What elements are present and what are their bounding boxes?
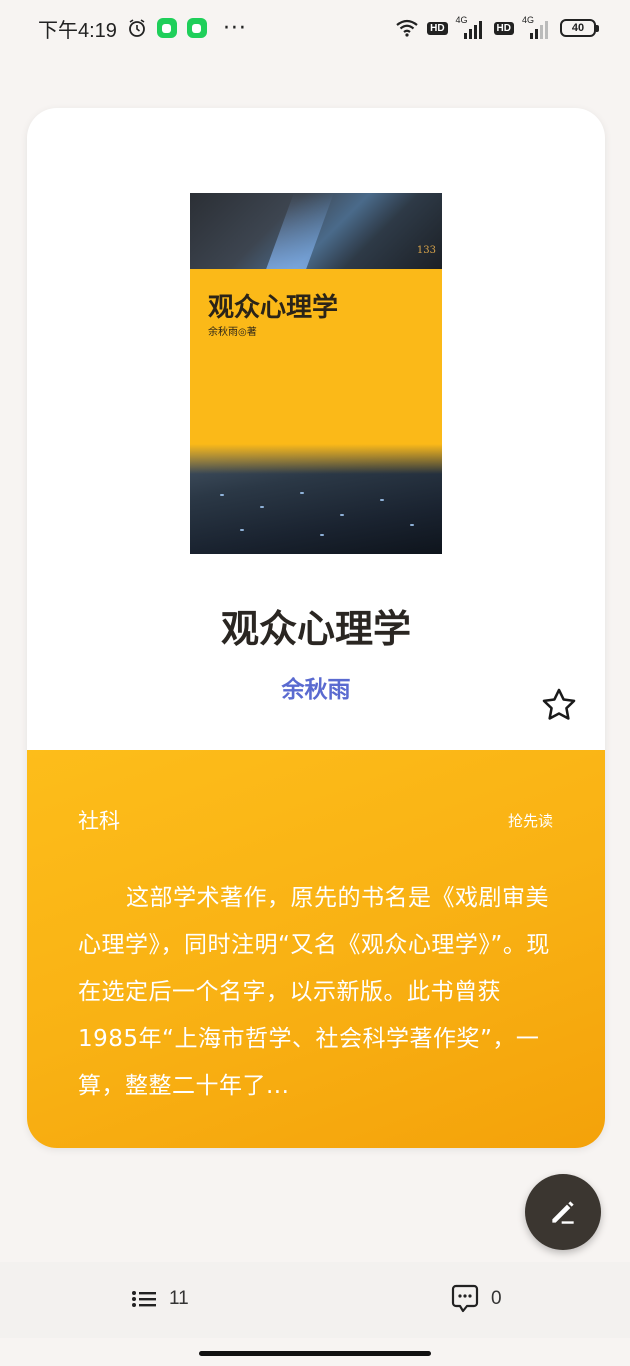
battery-icon: 40	[560, 19, 599, 37]
cover-author: 余秋雨◎著	[208, 327, 257, 338]
pre-read-button[interactable]: 抢先读	[508, 810, 553, 831]
comment-icon	[451, 1284, 479, 1313]
book-author-link[interactable]: 余秋雨	[27, 670, 605, 704]
home-indicator[interactable]	[199, 1351, 431, 1356]
network-type-label: 4G	[455, 15, 468, 25]
chapters-button[interactable]: 11	[131, 1288, 189, 1310]
book-title: 观众心理学	[220, 607, 411, 651]
cover-title: 观众心理学	[208, 293, 339, 323]
edit-icon	[552, 1201, 574, 1224]
favorite-button[interactable]	[539, 685, 579, 725]
app-badge-icon	[156, 18, 177, 38]
cover-photo-bottom	[190, 444, 442, 554]
book-info-panel: 社科 抢先读 这部学术著作，原先的书名是《戏剧审美心理学》，同时注明“又名《观众…	[27, 750, 605, 1148]
network-type-label: 4G	[522, 15, 535, 25]
book-card: 133 观众心理学 余秋雨◎著 观众心理学 余秋雨 社科 抢先读 这部学术著作，…	[27, 108, 605, 1148]
category-label[interactable]: 社科	[78, 805, 120, 835]
signal-icon: 4G	[455, 15, 486, 39]
star-icon	[542, 688, 576, 720]
comments-button[interactable]: 0	[451, 1284, 502, 1314]
bottom-bar: 11 0	[0, 1262, 630, 1338]
hd-voice-icon: HD	[427, 21, 448, 35]
app-badge-icon	[186, 18, 207, 38]
hd-voice-icon: HD	[493, 21, 514, 35]
write-review-button[interactable]	[525, 1174, 601, 1250]
status-bar: 下午4:19 ··· HD 4G HD 4G 40	[0, 0, 630, 56]
cover-photo-top: 133	[190, 193, 442, 269]
comments-count: 0	[491, 1288, 502, 1309]
book-description: 这部学术著作，原先的书名是《戏剧审美心理学》，同时注明“又名《观众心理学》”。现…	[78, 885, 550, 1099]
more-notifications-icon: ···	[222, 15, 247, 41]
alarm-icon	[127, 18, 147, 38]
signal-icon: 4G	[522, 15, 552, 39]
book-cover[interactable]: 133 观众心理学 余秋雨◎著	[190, 193, 442, 554]
status-time: 下午4:19	[38, 19, 117, 42]
cover-number: 133	[416, 245, 436, 256]
list-icon	[132, 1291, 156, 1307]
chapters-count: 11	[169, 1288, 189, 1309]
wifi-icon	[395, 19, 419, 37]
